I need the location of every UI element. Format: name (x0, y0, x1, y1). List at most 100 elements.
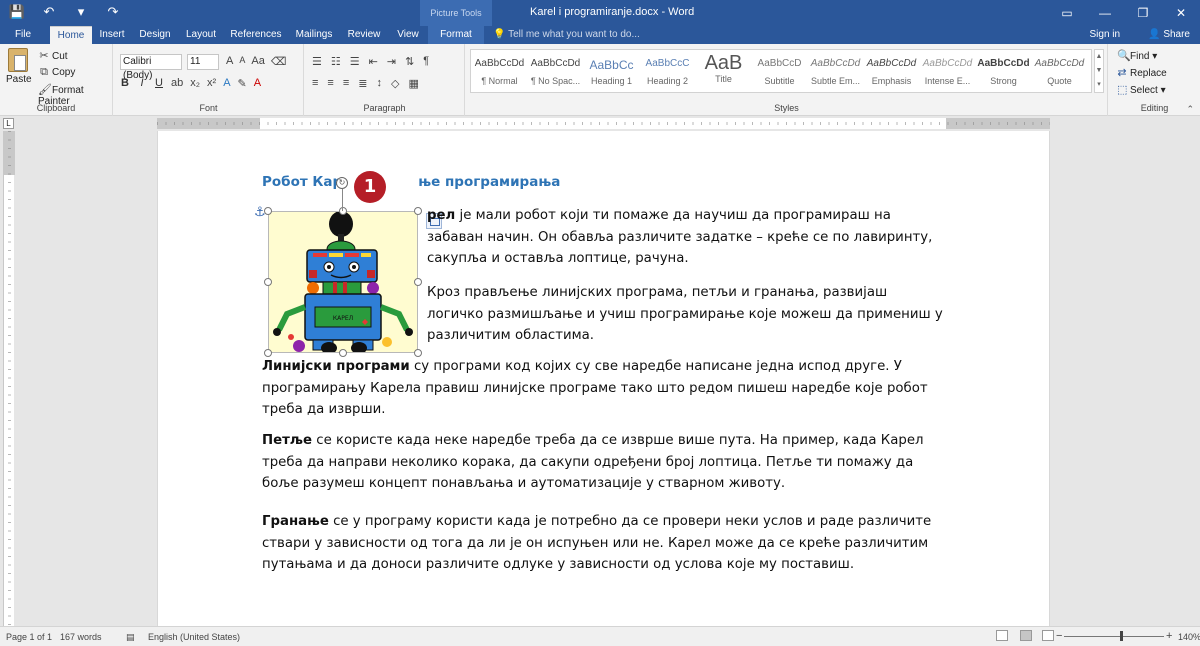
tell-me-box[interactable]: 💡 Tell me what you want to do... (493, 26, 640, 44)
tab-references[interactable]: References (228, 26, 284, 44)
numbering-icon[interactable]: ☷ (331, 55, 341, 68)
tab-layout[interactable]: Layout (182, 26, 220, 44)
align-left-icon[interactable]: ≡ (312, 77, 318, 90)
horizontal-ruler[interactable] (157, 118, 1050, 129)
restore-icon[interactable]: ❐ (1124, 0, 1162, 26)
web-layout-button[interactable] (1042, 630, 1054, 641)
decrease-indent-icon[interactable]: ⇤ (369, 55, 378, 68)
resize-handle-w[interactable] (264, 278, 272, 286)
shading-icon[interactable]: ◇ (391, 77, 399, 90)
word-count[interactable]: 167 words (60, 632, 102, 642)
paragraph-branching[interactable]: Гранање се у програму користи када је по… (262, 511, 952, 576)
resize-handle-ne[interactable] (414, 207, 422, 215)
paragraph-loops[interactable]: Петље се користе када неке наредбе треба… (262, 430, 952, 495)
zoom-slider[interactable] (1064, 636, 1164, 637)
collapse-ribbon-icon[interactable]: ⌃ (1186, 104, 1194, 115)
zoom-level[interactable]: 140% (1178, 632, 1200, 642)
chevron-down-icon[interactable]: ▼ (1095, 64, 1103, 78)
italic-button[interactable]: I (137, 77, 147, 90)
font-size-select[interactable]: 11 (187, 54, 219, 70)
tab-view[interactable]: View (392, 26, 424, 44)
style-subtle-emphasis[interactable]: AaBbCcDd Subtle Em... (807, 50, 864, 92)
font-color-icon[interactable]: A (254, 77, 261, 90)
style-no-spacing[interactable]: AaBbCcDd ¶ No Spac... (527, 50, 584, 92)
sign-in-link[interactable]: Sign in (1090, 26, 1121, 44)
borders-icon[interactable]: ▦ (408, 77, 418, 90)
cut-button[interactable]: ✂ Cut (38, 49, 67, 62)
sort-icon[interactable]: ⇅ (405, 55, 414, 68)
paste-button[interactable]: Paste (6, 48, 32, 85)
tab-home[interactable]: Home (50, 26, 92, 44)
rotate-handle-icon[interactable]: ↻ (336, 177, 348, 189)
share-button[interactable]: 👤 Share (1148, 26, 1190, 44)
read-mode-button[interactable] (996, 630, 1008, 641)
align-right-icon[interactable]: ≡ (343, 77, 349, 90)
style-quote[interactable]: AaBbCcDd Quote (1031, 50, 1088, 92)
bold-button[interactable]: B (120, 77, 130, 90)
tab-selector-icon[interactable]: L (3, 118, 14, 129)
style-normal[interactable]: AaBbCcDd ¶ Normal (471, 50, 528, 92)
chevron-up-icon[interactable]: ▲ (1095, 50, 1103, 64)
highlight-icon[interactable]: ✎ (238, 77, 247, 90)
document-page[interactable]: Робот Кар ње програмирања ⚓ КАРЕЛ ↻ 1 ре… (157, 131, 1050, 626)
document-heading[interactable]: Робот Кар ње програмирања (262, 174, 560, 190)
minimize-icon[interactable]: — (1086, 0, 1124, 26)
show-formatting-icon[interactable]: ¶ (423, 55, 429, 68)
zoom-in-icon[interactable]: + (1166, 630, 1172, 642)
paragraph-linear-programs[interactable]: Линијски програми су програми код којих … (262, 356, 952, 421)
increase-indent-icon[interactable]: ⇥ (387, 55, 396, 68)
style-subtitle[interactable]: AaBbCcD Subtitle (751, 50, 808, 92)
robot-picture[interactable]: КАРЕЛ (268, 211, 418, 353)
tab-file[interactable]: File (6, 26, 40, 44)
line-spacing-icon[interactable]: ↕ (376, 77, 382, 90)
style-intense-emphasis[interactable]: AaBbCcDd Intense E... (919, 50, 976, 92)
ribbon-display-options-icon[interactable]: ▭ (1048, 0, 1086, 26)
tab-review[interactable]: Review (344, 26, 384, 44)
strikethrough-icon[interactable]: ab (171, 77, 183, 90)
close-icon[interactable]: ✕ (1162, 0, 1200, 26)
clear-formatting-icon[interactable]: ⌫ (271, 55, 287, 68)
select-button[interactable]: ⬚ Select ▾ (1117, 83, 1166, 96)
text-effects-icon[interactable]: A (223, 77, 230, 90)
style-emphasis[interactable]: AaBbCcDd Emphasis (863, 50, 920, 92)
find-button[interactable]: 🔍Find ▾ (1117, 49, 1157, 62)
zoom-slider-thumb[interactable] (1120, 631, 1123, 641)
paragraph-learning[interactable]: Кроз прављење линијских програма, петљи … (427, 282, 947, 347)
style-strong[interactable]: AaBbCcDd Strong (975, 50, 1032, 92)
tab-mailings[interactable]: Mailings (292, 26, 336, 44)
copy-button[interactable]: ⧉ Copy (38, 66, 75, 79)
style-title[interactable]: AaB Title (695, 50, 752, 92)
save-icon[interactable]: 💾 (8, 4, 26, 20)
tab-insert[interactable]: Insert (96, 26, 128, 44)
undo-icon[interactable]: ↶ (40, 4, 58, 20)
style-heading-2[interactable]: AaBbCcC Heading 2 (639, 50, 696, 92)
grow-font-icon[interactable]: A (226, 55, 233, 68)
undo-dropdown-icon[interactable]: ▾ (72, 4, 90, 20)
zoom-out-icon[interactable]: − (1056, 630, 1062, 642)
bullets-icon[interactable]: ☰ (312, 55, 322, 68)
underline-button[interactable]: U (154, 77, 164, 90)
superscript-icon[interactable]: x² (207, 77, 216, 90)
proofing-icon[interactable]: ▤ (126, 632, 135, 643)
tab-format[interactable]: Format (428, 26, 484, 44)
paragraph-karel-intro[interactable]: рел је мали робот који ти помаже да науч… (427, 205, 947, 270)
multilevel-list-icon[interactable]: ☰ (350, 55, 360, 68)
change-case-icon[interactable]: Aa (251, 55, 264, 68)
subscript-icon[interactable]: x₂ (190, 77, 200, 90)
resize-handle-e[interactable] (414, 278, 422, 286)
justify-icon[interactable]: ≣ (358, 77, 367, 90)
more-styles-icon[interactable]: ▾ (1095, 78, 1103, 92)
resize-handle-nw[interactable] (264, 207, 272, 215)
tab-design[interactable]: Design (136, 26, 174, 44)
language-indicator[interactable]: English (United States) (148, 632, 240, 642)
print-layout-button[interactable] (1020, 630, 1032, 641)
align-center-icon[interactable]: ≡ (327, 77, 333, 90)
font-name-select[interactable]: Calibri (Body) (120, 54, 182, 81)
shrink-font-icon[interactable]: A (239, 55, 245, 68)
resize-handle-n[interactable] (339, 207, 347, 215)
redo-icon[interactable]: ↷ (104, 4, 122, 20)
styles-gallery-scroll[interactable]: ▲ ▼ ▾ (1094, 49, 1104, 93)
page-count[interactable]: Page 1 of 1 (6, 632, 52, 642)
replace-button[interactable]: ⇄ Replace (1117, 66, 1166, 79)
vertical-ruler[interactable] (3, 131, 15, 626)
